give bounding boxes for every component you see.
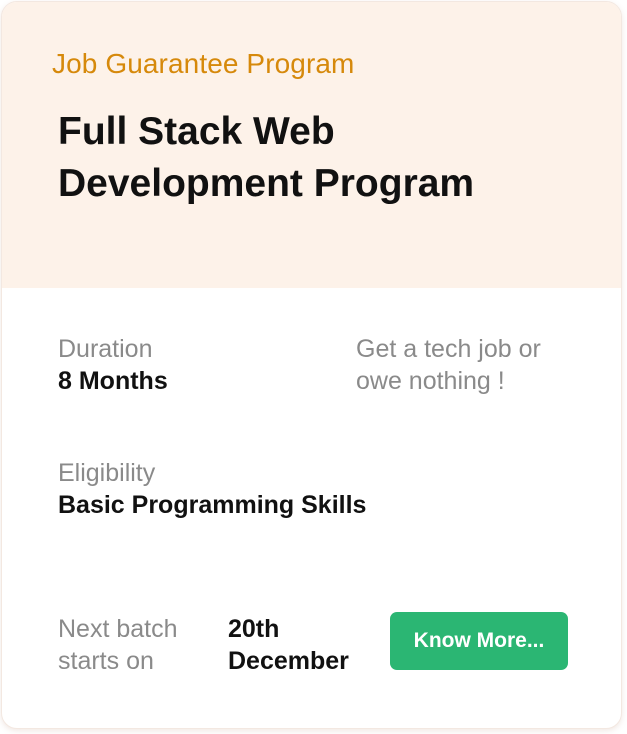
duration-value: 8 Months (58, 367, 168, 395)
card-header: Job Guarantee Program Full Stack Web Dev… (2, 2, 621, 288)
program-card: Job Guarantee Program Full Stack Web Dev… (1, 1, 622, 729)
next-batch-label: Next batch starts on (58, 615, 178, 675)
program-title: Full Stack Web Development Program (58, 110, 475, 205)
next-batch-date: 20th December (228, 615, 349, 675)
duration-label: Duration (58, 335, 153, 363)
program-kicker: Job Guarantee Program (52, 48, 355, 79)
know-more-button[interactable]: Know More... (390, 612, 568, 670)
eligibility-label: Eligibility (58, 459, 156, 487)
eligibility-value: Basic Programming Skills (58, 491, 367, 519)
guarantee-text: Get a tech job or owe nothing ! (356, 335, 541, 395)
